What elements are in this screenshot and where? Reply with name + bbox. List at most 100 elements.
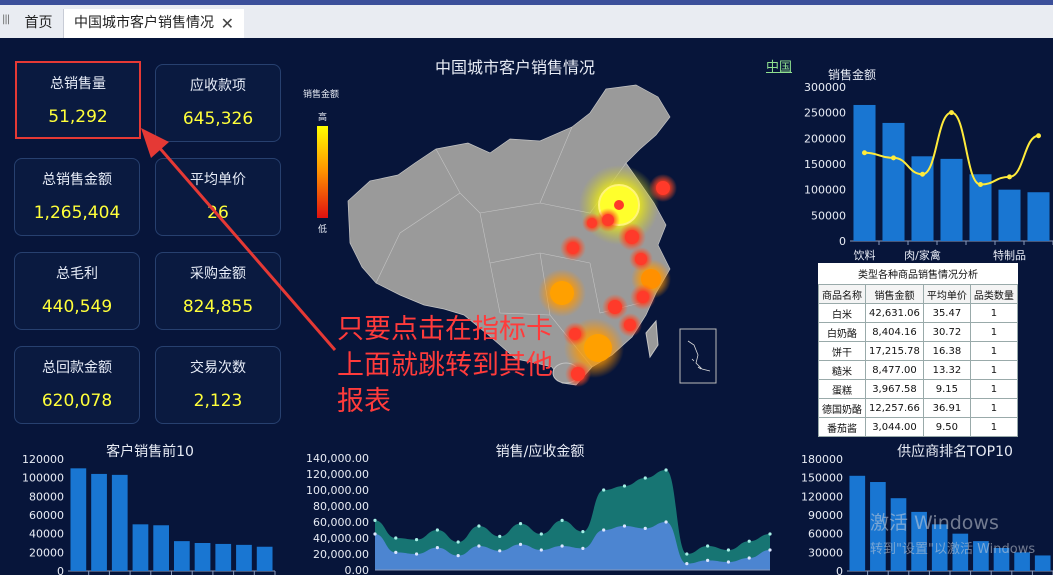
table-row[interactable]: 饼干 17,215.78 16.38 1 [818, 341, 1018, 361]
table-cell: 糙米 [818, 360, 866, 380]
line-point [949, 110, 954, 116]
table-cell: 白奶酪 [818, 322, 866, 342]
line-point [891, 155, 896, 161]
kpi-card-total-quantity[interactable]: 总销售量 51,292 [15, 61, 141, 139]
bubble-shenyang[interactable] [656, 181, 670, 195]
col-header: 商品名称 [818, 284, 866, 304]
table-cell: 德国奶酪 [818, 398, 866, 418]
kpi-card-total-sales[interactable]: 总销售金额 1,265,404 [14, 158, 140, 236]
area-point [498, 549, 502, 553]
area-point [435, 546, 439, 550]
x-tick-label: 肉/家禽 [904, 248, 941, 262]
bubble-xian[interactable] [567, 242, 579, 254]
table-row[interactable]: 白奶酪 8,404.16 30.72 1 [818, 322, 1018, 342]
bar [173, 541, 190, 571]
annotation-note: 只要点击在指标卡上面就跳转到其他报表 [337, 314, 553, 417]
table-row[interactable]: 番茄酱 3,044.00 9.50 1 [818, 417, 1018, 437]
kpi-card-payments[interactable]: 总回款金额 620,078 [14, 346, 140, 424]
area-point [643, 526, 647, 530]
area-point [747, 539, 751, 543]
area-point [373, 532, 377, 536]
bubble-hangzhou[interactable] [637, 291, 649, 303]
kpi-card-gross-profit[interactable]: 总毛利 440,549 [14, 252, 140, 330]
kpi-label: 总回款金额 [42, 360, 112, 376]
line-point [1007, 174, 1012, 180]
table-cell: 16.38 [922, 341, 971, 361]
close-icon[interactable]: ✕ [221, 9, 234, 38]
tab-grip-icon[interactable]: ||| [2, 14, 10, 25]
table-row[interactable]: 白米 42,631.06 35.47 1 [818, 303, 1018, 323]
table-cell: 12,257.66 [865, 398, 924, 418]
line-point [920, 171, 925, 177]
table-caption: 类型各种商品销售情况分析 [818, 263, 1018, 284]
bubble-hebei[interactable] [587, 218, 597, 228]
table-row[interactable]: 糙米 8,477.00 13.32 1 [818, 360, 1018, 380]
y-tick-label: 40000 [29, 528, 64, 541]
area-point [768, 548, 772, 552]
bar [1027, 192, 1050, 241]
bubble-tianjin[interactable] [602, 214, 614, 226]
kpi-label: 总销售量 [50, 76, 106, 92]
col-header: 平均单价 [922, 284, 971, 304]
col-header: 品类数量 [969, 284, 1018, 304]
table-cell: 蛋糕 [818, 379, 866, 399]
watermark-line1: 激活 Windows [870, 512, 999, 534]
line-point [862, 150, 867, 156]
sales-chart-title: 销售金额 [828, 68, 877, 82]
table-cell: 30.72 [922, 322, 971, 342]
table-row[interactable]: 蛋糕 3,967.58 9.15 1 [818, 379, 1018, 399]
sales-receivable-chart: 140,000.00 120,000.00 100,000.00 80,000.00 6… [306, 452, 772, 575]
y-tick-label: 120000 [22, 453, 64, 466]
area-point [706, 558, 710, 562]
table-cell: 36.91 [922, 398, 971, 418]
kpi-label: 总销售金额 [42, 172, 112, 188]
y-tick-label: 50000 [811, 209, 846, 222]
table-row[interactable]: 德国奶酪 12,257.66 36.91 1 [818, 398, 1018, 418]
table-cell: 白米 [818, 303, 866, 323]
kpi-value: 1,265,404 [33, 203, 121, 223]
bar [911, 156, 934, 241]
tab-label: 中国城市客户销售情况 [74, 15, 214, 31]
bubble-chongqing[interactable] [550, 281, 574, 305]
table-cell: 3,044.00 [865, 417, 924, 437]
area-point [664, 520, 668, 524]
y-tick-label: 60000 [808, 528, 843, 541]
y-tick-label: 120,000.00 [306, 468, 369, 481]
bubble-guangzhou[interactable] [584, 334, 612, 362]
line-point [978, 182, 983, 188]
area-point [685, 562, 689, 566]
area-point [414, 538, 419, 542]
table-cell: 35.47 [922, 303, 971, 323]
bar [111, 474, 128, 571]
region-link[interactable]: 中国 [766, 56, 792, 75]
area-point [622, 524, 627, 528]
y-tick-label: 250000 [804, 107, 846, 120]
col-header: 销售金额 [865, 284, 924, 304]
bubble-qingdao[interactable] [625, 230, 639, 244]
bubble-nanjing[interactable] [635, 253, 647, 265]
y-tick-label: 0.00 [345, 564, 370, 575]
table-cell: 42,631.06 [865, 303, 924, 323]
arrow-shaft [149, 137, 337, 351]
bubble-fuzhou[interactable] [624, 319, 636, 331]
kpi-value: 440,549 [41, 297, 113, 317]
tab-sales-dashboard[interactable]: 中国城市客户销售情况 ✕ [64, 9, 244, 38]
tab-home[interactable]: 首页 [14, 9, 64, 38]
area-point [539, 548, 543, 552]
y-tick-label: 0 [836, 565, 843, 575]
bubble-beijing-core [614, 200, 624, 210]
bar [70, 468, 87, 571]
table-cell: 1 [969, 303, 1018, 323]
bar [153, 525, 170, 571]
bar [256, 546, 273, 571]
y-tick-label: 30000 [808, 546, 843, 559]
table-cell: 1 [969, 341, 1018, 361]
y-tick-label: 60000 [29, 509, 64, 522]
bubble-changsha[interactable] [608, 300, 622, 314]
area-point [539, 532, 543, 536]
area-point [581, 530, 585, 534]
y-tick-label: 100000 [22, 472, 64, 485]
area-point [622, 484, 627, 488]
area-point [726, 560, 731, 564]
y-tick-label: 120000 [801, 490, 843, 503]
